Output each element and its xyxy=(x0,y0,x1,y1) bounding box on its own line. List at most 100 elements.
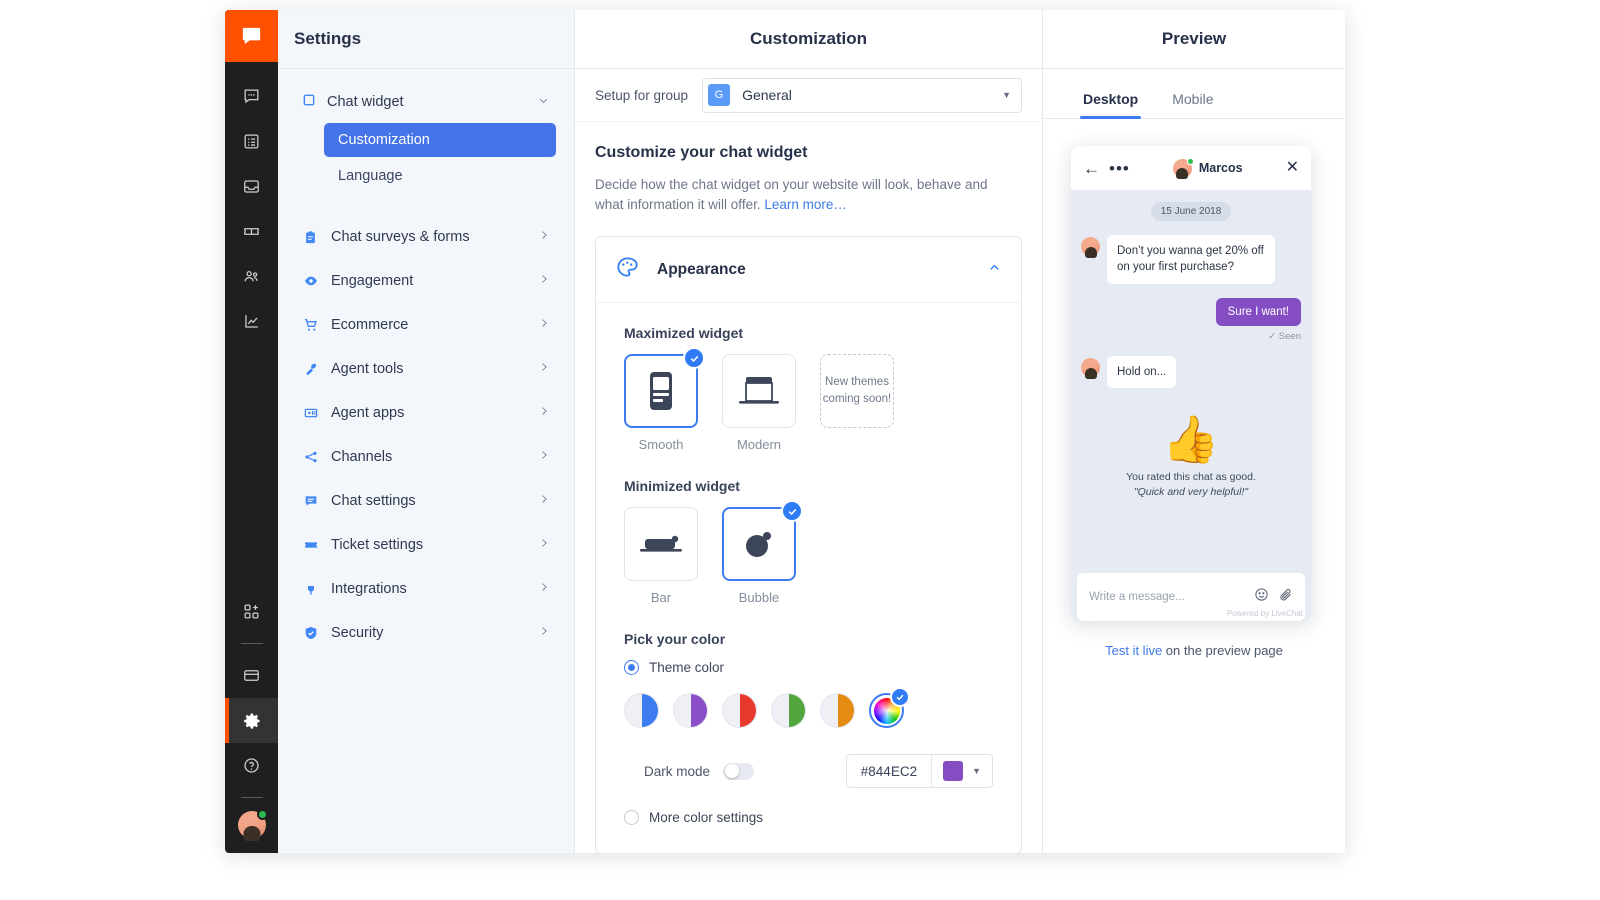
sidebar-item-security[interactable]: Security xyxy=(296,611,556,655)
rating-line-2: "Quick and very helpful!" xyxy=(1133,485,1249,498)
rail-item-chats[interactable] xyxy=(225,74,278,119)
agent-avatar xyxy=(1081,237,1100,258)
palette-icon xyxy=(615,255,640,285)
option-modern-label: Modern xyxy=(736,437,782,453)
new-themes-line2: coming soon! xyxy=(822,393,892,406)
learn-more-link[interactable]: Learn more… xyxy=(764,197,847,212)
sidebar-item-agent-tools[interactable]: Agent tools xyxy=(296,347,556,391)
selected-check-icon xyxy=(683,347,705,370)
chevron-down-icon[interactable]: ▼ xyxy=(972,766,992,776)
page-title: Customization xyxy=(575,10,1042,69)
ticket-icon xyxy=(302,537,319,553)
tab-mobile[interactable]: Mobile xyxy=(1172,91,1213,118)
sidebar-item-label: Agent tools xyxy=(331,361,404,377)
test-it-live-rest: on the preview page xyxy=(1162,643,1283,658)
swatch-green[interactable] xyxy=(771,693,806,729)
message-status: ✓ Seen xyxy=(1268,330,1301,342)
sidebar-item-chat-settings[interactable]: Chat settings xyxy=(296,479,556,523)
sidebar-item-channels[interactable]: Channels xyxy=(296,435,556,479)
avatar-face xyxy=(1084,367,1097,379)
selected-check-icon xyxy=(781,500,803,523)
option-modern-tile[interactable] xyxy=(722,354,796,429)
rail-bottom-items xyxy=(225,589,278,853)
chevron-right-icon xyxy=(538,625,550,641)
preview-body: ← ••• Marcos ✕ 15 June 2018 Don’t you wa… xyxy=(1043,119,1345,853)
sidebar-item-engagement[interactable]: Engagement xyxy=(296,259,556,303)
modern-widget-icon xyxy=(739,377,779,404)
hex-color-field[interactable]: #844EC2 ▼ xyxy=(845,754,993,789)
option-bubble-tile[interactable] xyxy=(722,500,803,582)
sidebar-item-agent-apps[interactable]: Agent apps xyxy=(296,391,556,435)
cart-icon xyxy=(302,317,319,333)
rail-divider xyxy=(240,643,263,644)
dark-mode-toggle[interactable] xyxy=(723,762,755,780)
more-color-settings-label: More color settings xyxy=(649,810,764,826)
rail-item-reports[interactable] xyxy=(225,299,278,344)
sidebar-item-ecommerce[interactable]: Ecommerce xyxy=(296,303,556,347)
more-dots-icon[interactable]: ••• xyxy=(1109,160,1130,177)
tab-desktop[interactable]: Desktop xyxy=(1079,91,1142,119)
sidebar-item-integrations[interactable]: Integrations xyxy=(296,567,556,611)
chevron-up-icon[interactable] xyxy=(987,260,1002,280)
back-arrow-icon[interactable]: ← xyxy=(1083,160,1100,177)
rail-item-settings[interactable] xyxy=(225,698,278,743)
status-online-dot xyxy=(256,809,268,820)
rail-top-items xyxy=(225,62,278,344)
rail-item-billing[interactable] xyxy=(225,653,278,698)
livechat-logo-icon[interactable] xyxy=(225,10,278,62)
swatch-orange[interactable] xyxy=(820,693,855,729)
message-bubble: Hold on... xyxy=(1107,355,1177,388)
attachment-icon[interactable] xyxy=(1278,587,1293,607)
more-color-settings-radio[interactable] xyxy=(624,810,639,826)
sidebar-group-chat-widget[interactable]: Chat widget xyxy=(296,87,556,117)
channels-share-icon xyxy=(302,449,319,465)
group-select-value: General xyxy=(742,87,792,103)
rail-item-apps[interactable] xyxy=(225,589,278,634)
sidebar-item-label: Integrations xyxy=(331,581,407,597)
rail-item-inbox[interactable] xyxy=(225,164,278,209)
emoji-icon[interactable] xyxy=(1254,587,1269,607)
sidebar-item-customization[interactable]: Customization xyxy=(324,123,556,157)
swatch-blue[interactable] xyxy=(624,693,659,729)
widget-header: ← ••• Marcos ✕ xyxy=(1071,146,1311,190)
swatch-purple[interactable] xyxy=(673,693,708,729)
option-modern[interactable]: Modern xyxy=(722,354,796,452)
option-bubble[interactable]: Bubble xyxy=(722,500,803,605)
appearance-card-header[interactable]: Appearance xyxy=(596,237,1021,304)
swatch-red[interactable] xyxy=(722,693,757,729)
avatar-face xyxy=(1176,168,1189,180)
group-select[interactable]: G General ▼ xyxy=(702,77,1022,113)
test-it-live-link[interactable]: Test it live xyxy=(1105,643,1162,658)
sidebar-item-label: Ticket settings xyxy=(331,537,424,553)
option-bar[interactable]: Bar xyxy=(624,507,698,605)
sidebar-item-ticket-settings[interactable]: Ticket settings xyxy=(296,523,556,567)
sidebar-item-chat-surveys-forms[interactable]: Chat surveys & forms xyxy=(296,215,556,259)
option-smooth-tile[interactable] xyxy=(624,347,705,429)
group-setup-label: Setup for group xyxy=(595,87,689,103)
bar-widget-icon xyxy=(640,535,682,552)
rail-item-tickets[interactable] xyxy=(225,209,278,254)
rail-item-archives[interactable] xyxy=(225,119,278,164)
more-color-settings-row[interactable]: More color settings xyxy=(624,810,993,826)
rail-item-help[interactable] xyxy=(225,743,278,788)
option-bar-tile[interactable] xyxy=(624,507,698,582)
color-chip[interactable] xyxy=(943,761,964,782)
sidebar-group-label: Chat widget xyxy=(327,94,404,110)
minimized-widget-label: Minimized widget xyxy=(624,478,740,495)
close-icon[interactable]: ✕ xyxy=(1286,160,1299,176)
sidebar-item-language[interactable]: Language xyxy=(324,159,556,193)
maximized-widget-options: Smooth Modern New themes coming soon! xyxy=(624,347,993,453)
plug-icon xyxy=(302,581,319,597)
radio-inner xyxy=(628,664,635,672)
option-smooth-label: Smooth xyxy=(638,437,684,453)
option-smooth[interactable]: Smooth xyxy=(624,347,705,453)
chevron-down-icon[interactable] xyxy=(537,94,550,111)
swatch-custom-rainbow[interactable] xyxy=(869,687,910,729)
agent-apps-icon xyxy=(302,405,319,421)
rail-item-team[interactable] xyxy=(225,254,278,299)
theme-color-radio[interactable] xyxy=(624,660,639,676)
theme-color-radio-row[interactable]: Theme color xyxy=(624,660,993,676)
agent-avatar xyxy=(1172,157,1194,180)
date-divider: 15 June 2018 xyxy=(1150,202,1232,221)
user-avatar[interactable] xyxy=(237,809,268,842)
